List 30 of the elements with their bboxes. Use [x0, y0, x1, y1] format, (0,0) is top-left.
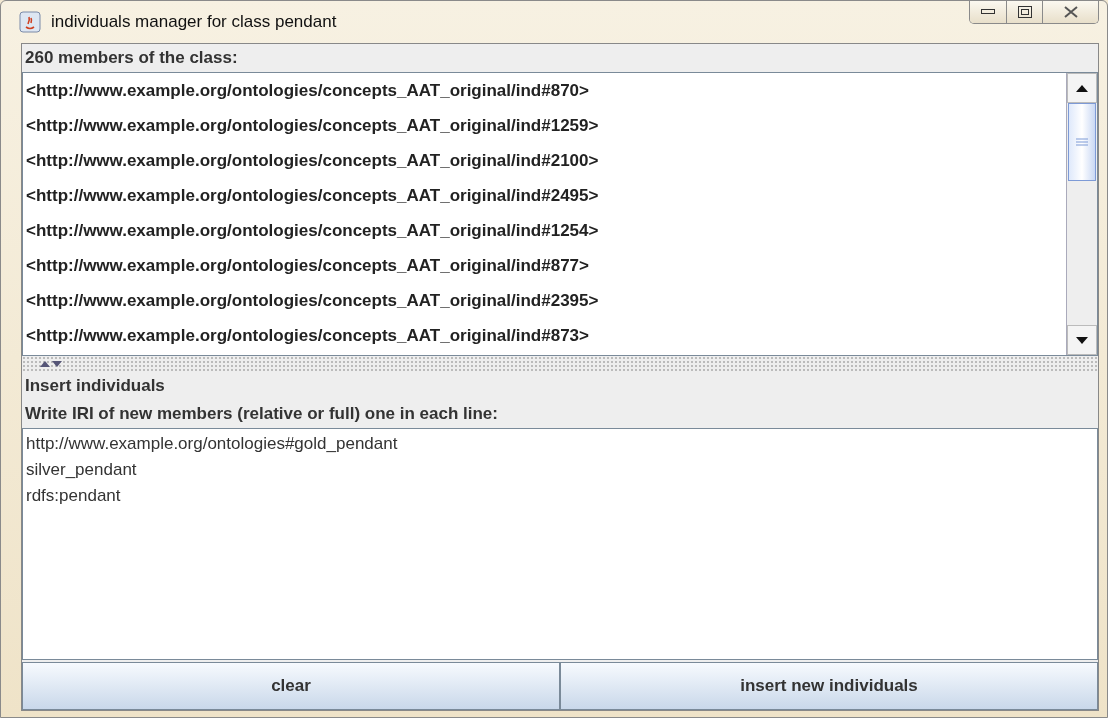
insert-instructions: Write IRI of new members (relative or full) one in each line:	[24, 403, 499, 425]
down-arrow-icon	[1076, 336, 1088, 344]
scroll-down-button[interactable]	[1067, 325, 1097, 355]
scroll-up-button[interactable]	[1067, 73, 1097, 103]
window-title: individuals manager for class pendant	[51, 12, 338, 32]
member-item[interactable]: <http://www.example.org/ontologies/concepts_AAT_original/ind#2395>	[23, 283, 1066, 318]
member-item[interactable]: <http://www.example.org/ontologies/concepts_AAT_original/ind#1259>	[23, 108, 1066, 143]
app-icon	[19, 11, 41, 33]
member-item[interactable]: <http://www.example.org/ontologies/concepts_AAT_original/ind#2100>	[23, 143, 1066, 178]
maximize-icon	[1017, 6, 1032, 18]
member-item[interactable]: <http://www.example.org/ontologies/concepts_AAT_original/ind#873>	[23, 318, 1066, 353]
member-item[interactable]: <http://www.example.org/ontologies/concepts_AAT_original/ind#877>	[23, 248, 1066, 283]
expand-up-icon[interactable]	[40, 361, 50, 367]
clear-button[interactable]: clear	[22, 662, 560, 710]
maximize-button[interactable]	[1006, 1, 1042, 23]
member-item[interactable]: <http://www.example.org/ontologies/concepts_AAT_original/ind#2495>	[23, 178, 1066, 213]
member-item[interactable]: <http://www.example.org/ontologies/concepts_AAT_original/ind#870>	[23, 73, 1066, 108]
minimize-icon	[981, 9, 995, 15]
up-arrow-icon	[1076, 84, 1088, 92]
scroll-thumb[interactable]	[1068, 103, 1096, 181]
iri-input-field[interactable]: http://www.example.org/ontologies#gold_pendant silver_pendant rdfs:pendant	[22, 428, 1098, 660]
members-label: 260 members of the class:	[24, 47, 239, 69]
close-button[interactable]	[1042, 1, 1098, 23]
insert-button[interactable]: insert new individuals	[560, 662, 1098, 710]
expand-down-icon[interactable]	[52, 361, 62, 367]
close-icon	[1063, 6, 1078, 18]
minimize-button[interactable]	[970, 1, 1006, 23]
member-item[interactable]: <http://www.example.org/ontologies/concepts_AAT_original/ind#1254>	[23, 213, 1066, 248]
scrollbar[interactable]	[1066, 73, 1097, 355]
insert-title: Insert individuals	[24, 375, 166, 397]
